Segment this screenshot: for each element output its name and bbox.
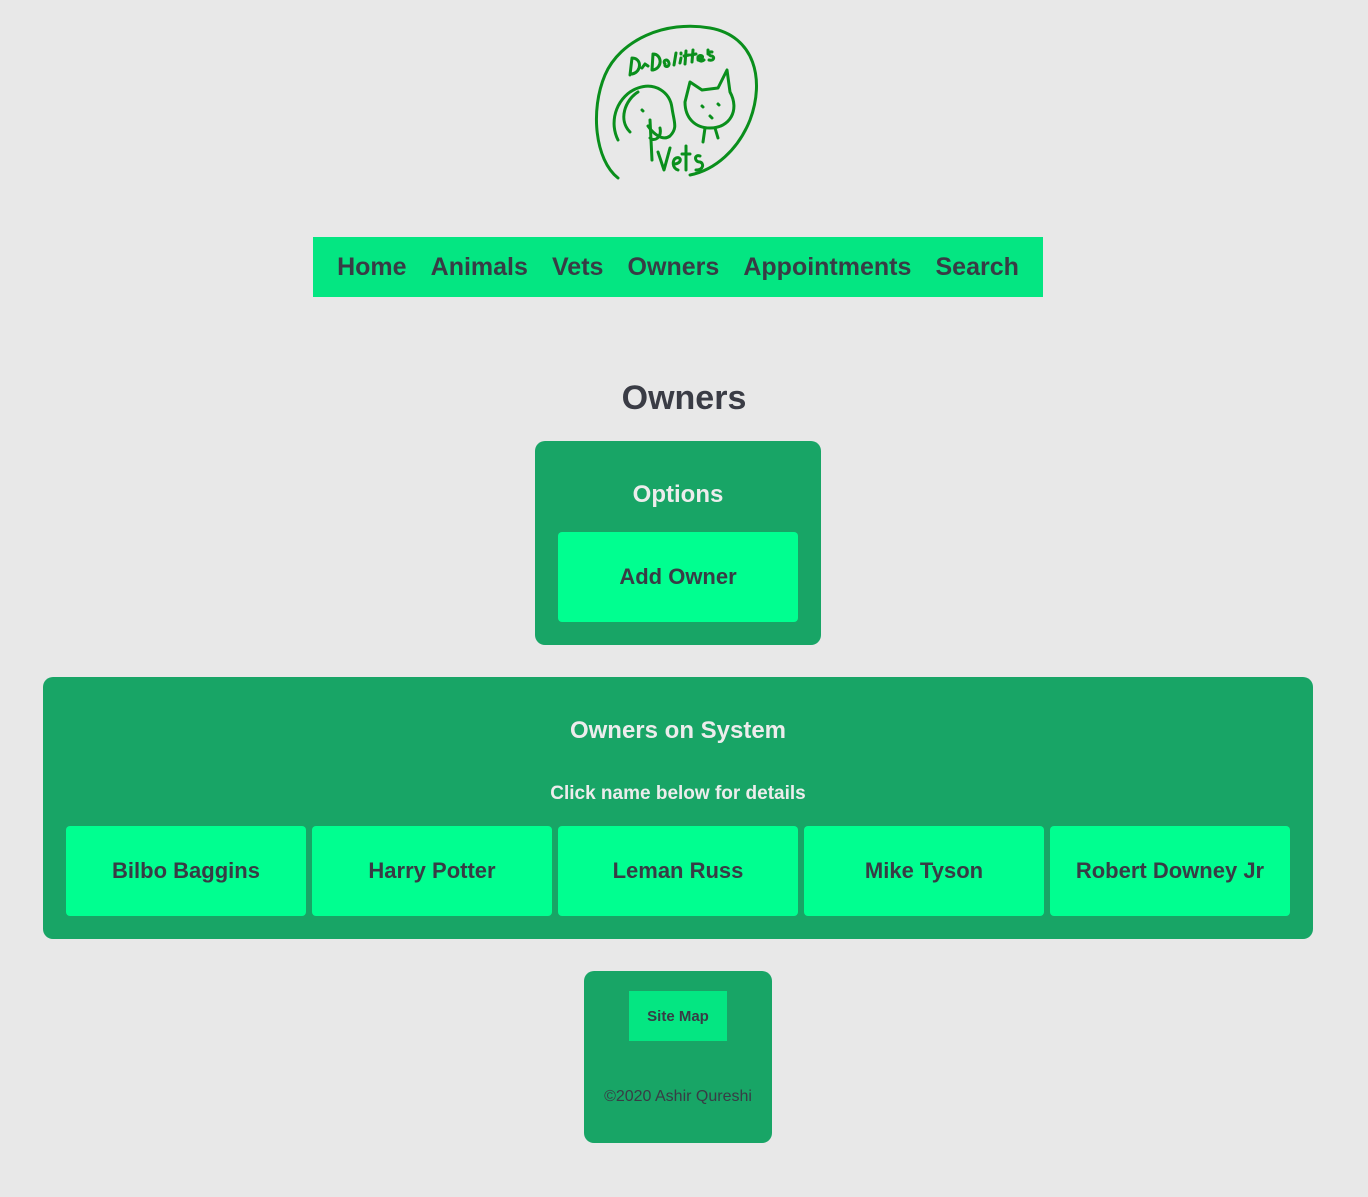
page-title: Owners (621, 379, 747, 417)
owner-card-harry-potter[interactable]: Harry Potter (312, 826, 552, 916)
owner-card-bilbo-baggins[interactable]: Bilbo Baggins (66, 826, 306, 916)
nav-item-appointments[interactable]: Appointments (743, 253, 911, 282)
owner-card-leman-russ[interactable]: Leman Russ (558, 826, 798, 916)
owners-list: Bilbo Baggins Harry Potter Leman Russ Mi… (66, 826, 1290, 916)
dog-cat-logo-icon (594, 24, 758, 180)
main-nav: Home Animals Vets Owners Appointments Se… (313, 237, 1043, 297)
owners-panel-hint: Click name below for details (550, 783, 806, 804)
copyright-text: ©2020 Ashir Qureshi (604, 1088, 752, 1105)
options-title: Options (632, 481, 724, 508)
nav-item-vets[interactable]: Vets (552, 253, 603, 282)
site-map-link[interactable]: Site Map (629, 991, 727, 1041)
owners-panel: Owners on System Click name below for de… (43, 677, 1313, 939)
owner-card-mike-tyson[interactable]: Mike Tyson (804, 826, 1044, 916)
options-panel: Options Add Owner (535, 441, 821, 645)
owners-panel-title: Owners on System (569, 717, 787, 744)
site-logo[interactable] (590, 20, 770, 185)
owner-card-robert-downey-jr[interactable]: Robert Downey Jr (1050, 826, 1290, 916)
add-owner-button[interactable]: Add Owner (558, 532, 798, 622)
nav-item-search[interactable]: Search (935, 253, 1018, 282)
nav-item-animals[interactable]: Animals (431, 253, 528, 282)
nav-item-owners[interactable]: Owners (628, 253, 720, 282)
nav-item-home[interactable]: Home (337, 253, 406, 282)
footer: Site Map ©2020 Ashir Qureshi (584, 971, 772, 1143)
